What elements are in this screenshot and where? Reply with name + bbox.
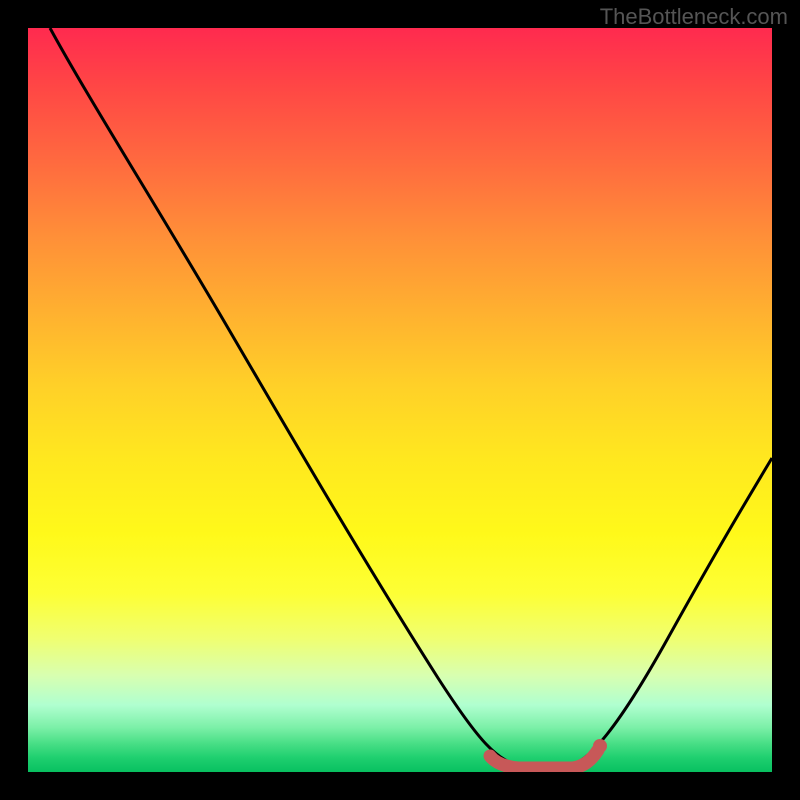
watermark-text: TheBottleneck.com	[600, 4, 788, 30]
gradient-plot-area	[28, 28, 772, 772]
bottleneck-curve-path	[50, 28, 772, 766]
valley-highlight-dot	[593, 739, 607, 753]
valley-highlight-stroke	[490, 750, 598, 768]
bottleneck-curve-svg	[28, 28, 772, 772]
